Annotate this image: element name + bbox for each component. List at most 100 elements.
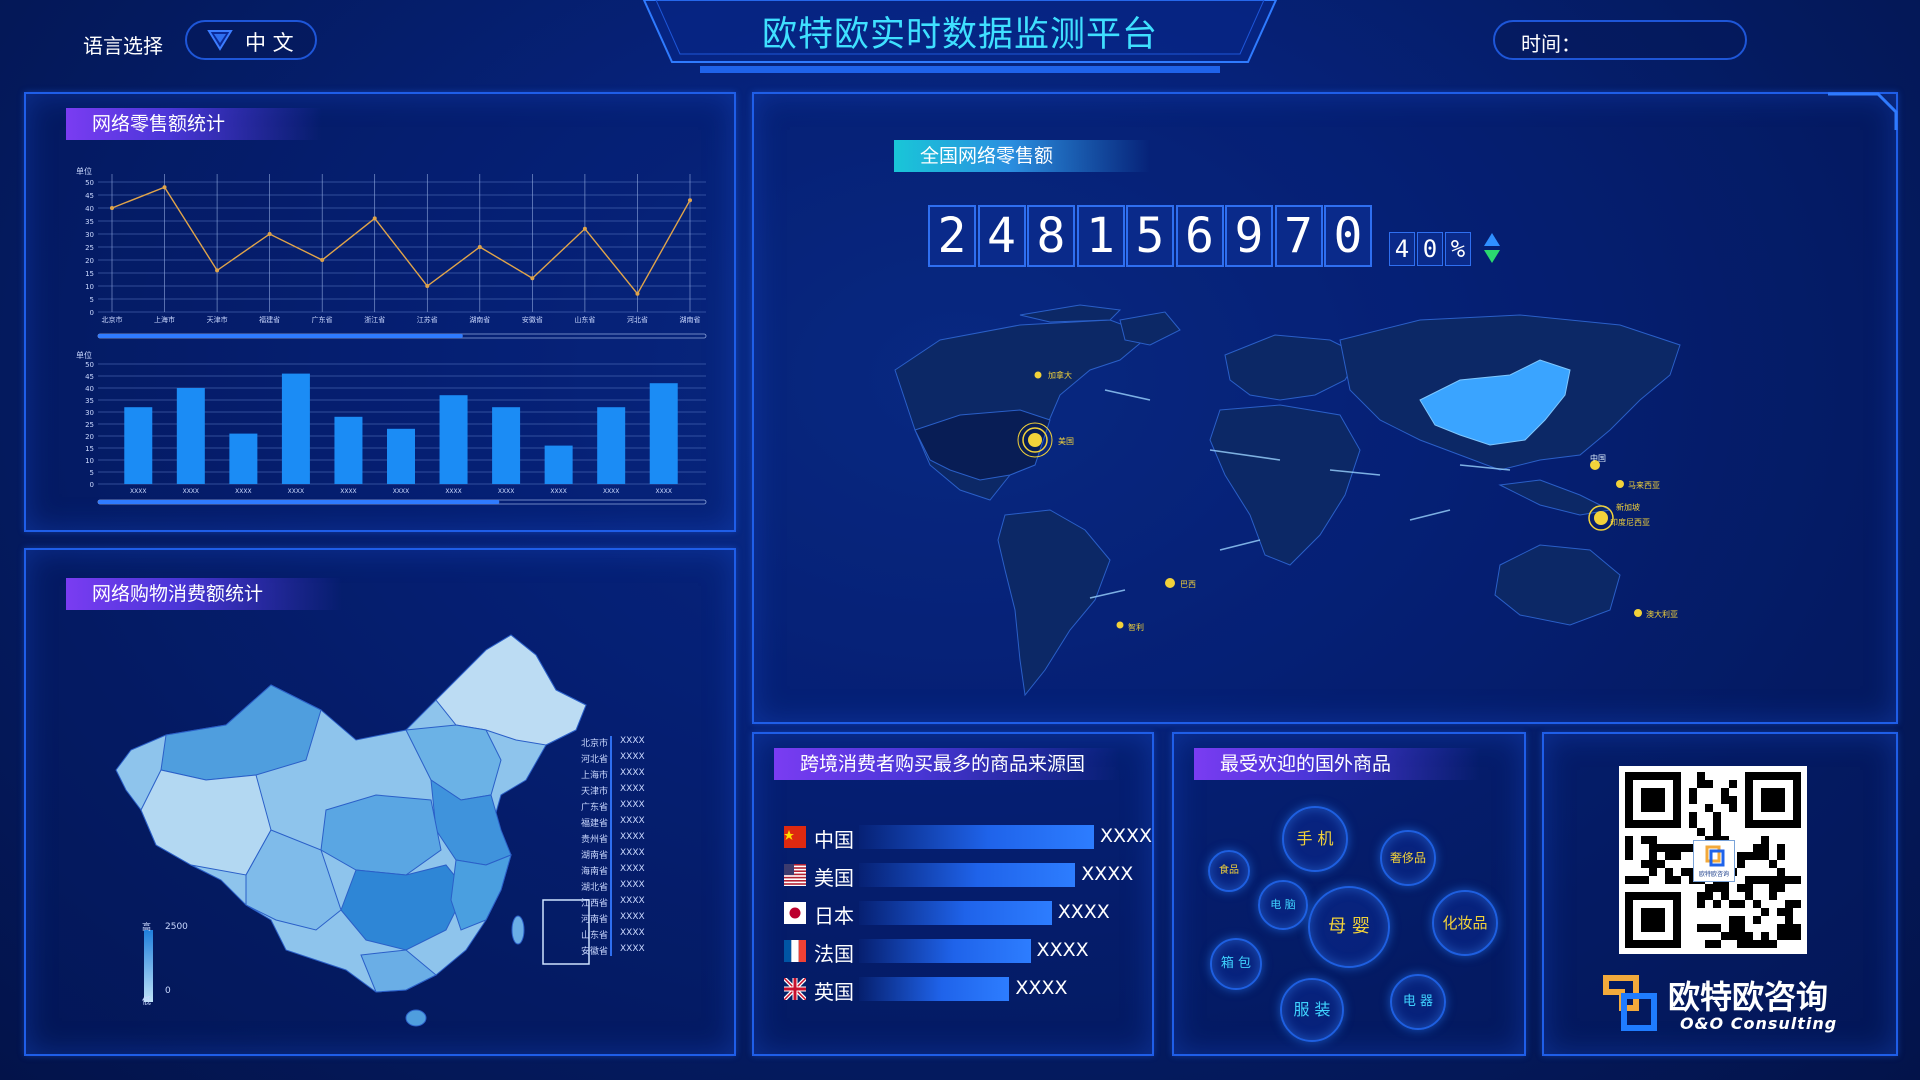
bar (597, 407, 626, 484)
province-name: 广东省 (580, 803, 608, 813)
origin-value: XXXX (1036, 939, 1089, 961)
label-canada: 加拿大 (1048, 370, 1072, 380)
province-name: 上海市 (580, 771, 608, 781)
bar (176, 388, 205, 484)
counter-digit: 9 (1225, 205, 1273, 267)
origin-value: XXXX (1057, 901, 1110, 923)
counter-digit: 8 (1027, 205, 1075, 267)
panel-title: 网络购物消费额统计 (66, 578, 342, 610)
bar-y-tick: 10 (85, 457, 94, 465)
label-brazil: 巴西 (1180, 580, 1196, 589)
qr-code[interactable]: 欧特欧咨询 (1619, 766, 1807, 954)
south-america (997, 509, 1111, 697)
province-name: 贵州省 (580, 835, 608, 845)
bar (544, 445, 573, 484)
province-name: 湖南省 (580, 851, 608, 861)
label-china: 中国 (1590, 453, 1606, 463)
bar-y-tick: 15 (85, 445, 94, 453)
language-select[interactable]: 中 文 (185, 20, 317, 60)
product-phone[interactable]: 手 机 (1282, 806, 1348, 872)
china-flag-icon (784, 826, 806, 848)
bar-x-tick: XXXX (340, 488, 356, 495)
bar (229, 433, 258, 484)
bar-x-tick: XXXX (498, 488, 514, 495)
counter-digit: 6 (1175, 205, 1224, 267)
origin-row: 日本 XXXX (784, 898, 1144, 928)
north-america (894, 319, 1151, 501)
origin-bar (859, 901, 1052, 925)
province-name: 河北省 (580, 755, 608, 765)
panel-title: 全国网络零售额 (894, 140, 1150, 172)
bar-y-tick: 20 (85, 433, 94, 441)
bar-x-tick: XXXX (550, 488, 566, 495)
bar-y-tick: 50 (85, 361, 94, 369)
trend-arrow-icon (1484, 233, 1500, 263)
bar (281, 373, 310, 484)
japan-flag-icon (784, 902, 806, 924)
province-name: 安徽省 (580, 947, 608, 957)
origin-row: 英国 XXXX (784, 974, 1144, 1004)
africa (1209, 404, 1361, 566)
bar-x-tick: XXXX (130, 488, 146, 495)
origin-value: XXXX (1015, 977, 1068, 999)
counter-digit: 2 (928, 205, 976, 267)
origin-bar (859, 825, 1094, 849)
brand-name-en: O&O Consulting (1680, 1014, 1838, 1033)
origin-list: 中国 XXXX 美国 XXXX 日本 XXXX 法国 XXXX 英国 XXXX (784, 822, 1152, 1022)
europe (1224, 334, 1361, 401)
bar-y-tick: 5 (90, 469, 94, 477)
bar-y-tick: 35 (85, 397, 94, 405)
origin-bar (859, 863, 1076, 887)
counter-digit: 1 (1076, 205, 1125, 267)
province-value: XXXX (620, 864, 645, 874)
origin-country: 英国 (814, 980, 854, 1004)
product-maternal[interactable]: 母 婴 (1308, 886, 1390, 968)
bar (124, 407, 153, 484)
scale-min-value: 0 (165, 986, 171, 996)
bar-y-tick: 25 (85, 421, 94, 429)
brand-logo-mini-icon (1705, 845, 1725, 867)
usa-flag-icon (784, 864, 806, 886)
bar (649, 383, 678, 484)
qr-caption: 欧特欧咨询 (1698, 871, 1729, 878)
origin-panel: 跨境消费者购买最多的商品来源国 中国 XXXX 美国 XXXX 日本 XXXX 法国 XXXX… (752, 732, 1154, 1056)
page-title: 欧特欧实时数据监测平台 (761, 15, 1158, 55)
product-food[interactable]: 食品 (1208, 850, 1250, 892)
origin-country: 法国 (814, 942, 854, 966)
label-singapore: 新加坡 (1616, 502, 1640, 512)
uk-flag-icon (784, 978, 806, 1000)
bar-scrollbar-thumb[interactable] (98, 500, 500, 504)
corner-decoration (1828, 92, 1898, 130)
province-value: XXXX (620, 784, 645, 794)
province-legend: 北京市 XXXX 河北省 XXXX 上海市 XXXX 天津市 XXXX 广东省 XXXX 福建省 XX… (581, 736, 702, 957)
time-box: 时间： (1493, 20, 1747, 60)
label-australia: 澳大利亚 (1646, 609, 1678, 619)
province-name: 湖北省 (580, 883, 608, 893)
province-name: 福建省 (580, 819, 608, 829)
product-luggage[interactable]: 箱 包 (1210, 938, 1262, 990)
product-appliance[interactable]: 电 器 (1390, 974, 1446, 1030)
product-clothing[interactable]: 服 装 (1280, 978, 1344, 1042)
bar (387, 428, 415, 484)
world-map: 加拿大 美国 巴西 智利 中国 新加坡 马来西亚 印度尼西亚 澳大利亚 (894, 304, 1681, 697)
panel-title: 最受欢迎的国外商品 (1194, 748, 1480, 780)
label-usa: 美国 (1058, 436, 1074, 446)
origin-bar (859, 939, 1031, 963)
counter-digit: 0 (1324, 205, 1372, 267)
province-value: XXXX (620, 800, 645, 810)
product-cosmetics[interactable]: 化妆品 (1432, 890, 1498, 956)
bar (439, 395, 468, 484)
counter-digit: 4 (977, 205, 1026, 267)
product-luxury[interactable]: 奢侈品 (1380, 830, 1436, 886)
bar-x-tick: XXXX (288, 488, 304, 495)
origin-country: 日本 (814, 904, 854, 928)
province-name: 河南省 (580, 915, 608, 925)
percent-digit: 0 (1417, 232, 1443, 266)
bar-y-tick: 40 (85, 385, 94, 393)
australia (1494, 544, 1621, 626)
brand-panel: 欧特欧咨询 欧特欧咨询 O&O Consulting (1542, 732, 1898, 1056)
product-computer[interactable]: 电 脑 (1258, 880, 1308, 930)
origin-value: XXXX (1100, 825, 1153, 847)
language-label: 语言选择 (83, 34, 163, 58)
origin-row: 法国 XXXX (784, 936, 1144, 966)
